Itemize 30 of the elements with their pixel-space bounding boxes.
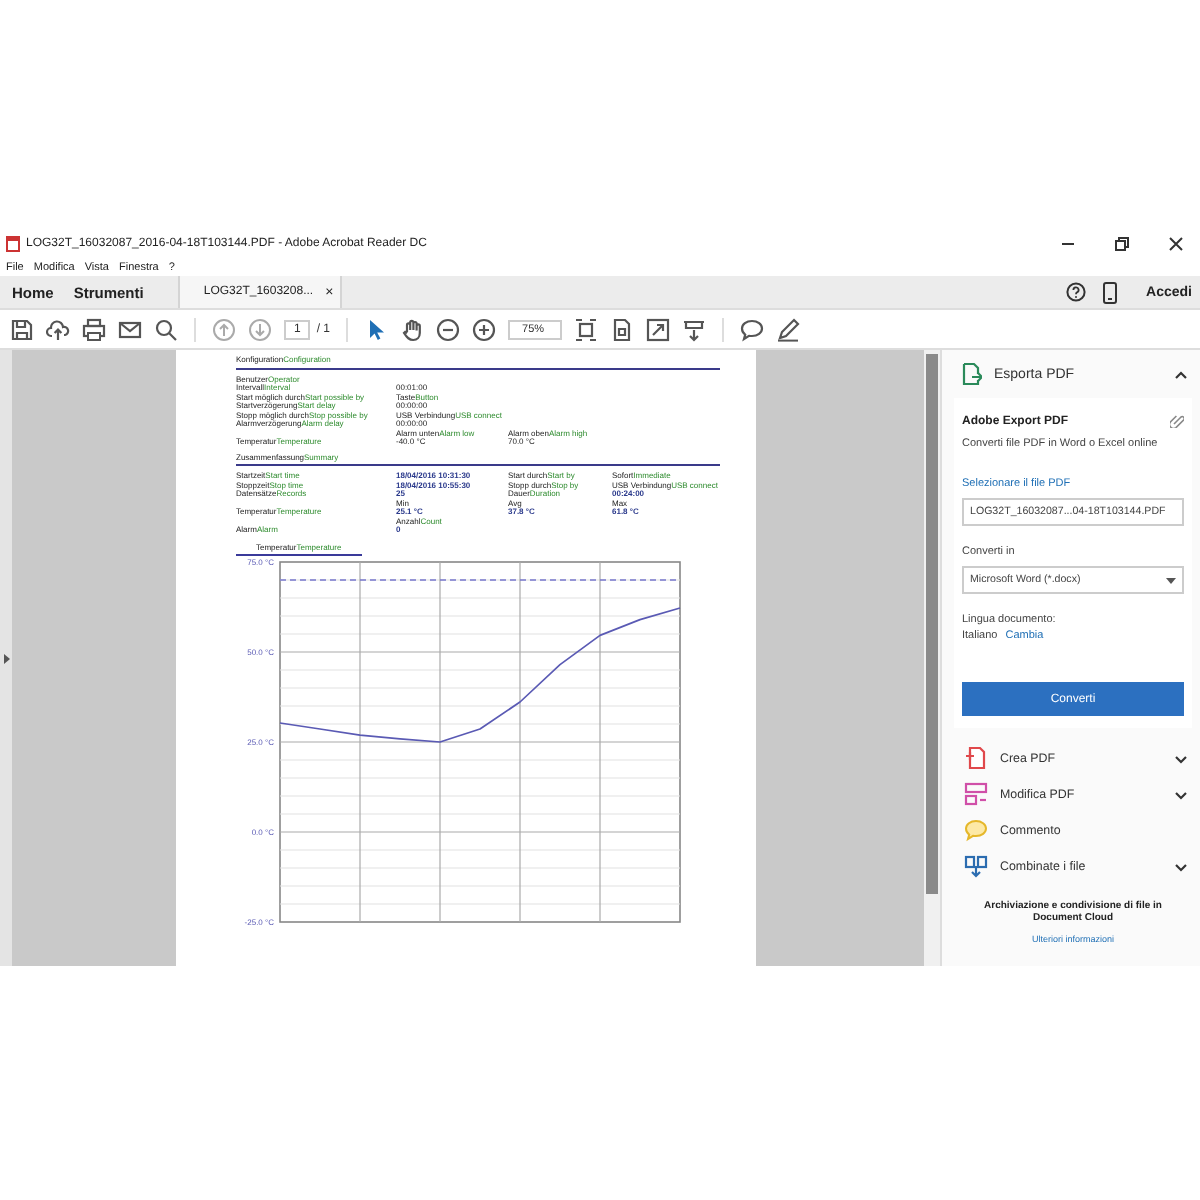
chevron-up-icon[interactable] [1174,369,1188,379]
mobile-device-icon[interactable] [1102,281,1119,303]
paperclip-icon[interactable] [1170,414,1184,428]
expand-arrow-icon[interactable] [3,653,9,663]
export-document-icon[interactable] [962,362,982,386]
zoom-out-icon[interactable] [436,317,461,341]
scroll-mode-icon[interactable] [682,317,707,341]
scrollbar[interactable] [924,350,940,966]
caret-icon [1166,577,1176,583]
document-icon[interactable] [610,317,635,341]
merge-files-icon [964,854,988,878]
layout-icon [964,782,988,806]
speech-bubble-icon [964,818,988,842]
full-screen-icon[interactable] [646,317,671,341]
cloud-upload-icon[interactable] [46,317,70,341]
restore-icon[interactable] [1114,236,1130,252]
search-icon[interactable] [154,317,178,341]
document-plus-icon [964,746,988,770]
comment-icon[interactable] [740,317,765,341]
save-icon[interactable] [10,317,34,341]
zoom-in-icon[interactable] [472,317,497,341]
pointer-icon[interactable] [364,317,389,341]
pen-icon[interactable] [776,317,801,341]
fit-page-icon[interactable] [574,317,599,341]
help-icon[interactable] [1066,282,1087,302]
print-icon[interactable] [82,317,106,341]
hand-icon[interactable] [400,317,425,341]
mail-icon[interactable] [118,317,142,341]
pdf-file-icon [6,236,20,252]
close-icon[interactable] [1168,236,1184,252]
